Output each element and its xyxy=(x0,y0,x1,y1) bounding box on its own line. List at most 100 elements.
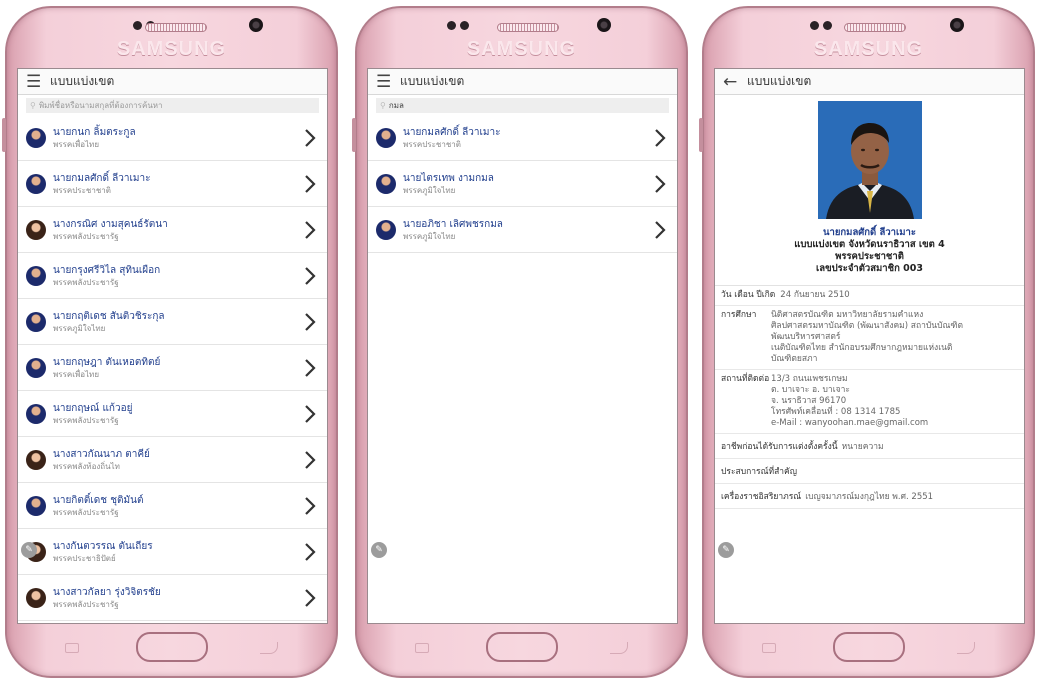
chevron-right-icon[interactable] xyxy=(303,312,317,332)
hamburger-icon[interactable]: ☰ xyxy=(376,72,396,92)
member-name: นายกรุงศรีวิไล สุทินเผือก xyxy=(53,264,161,276)
member-text: นายกฤษณ์ แก้วอยู่ พรรคพลังประชารัฐ xyxy=(53,402,132,426)
member-name: นายกมลศักดิ์ ลีวาเมาะ xyxy=(823,227,916,238)
chevron-right-icon[interactable] xyxy=(303,266,317,286)
member-party: พรรคภูมิใจไทย xyxy=(403,185,456,195)
education-value: นิติศาสตรบัณฑิต มหาวิทยาลัยรามคำแหง ศิลปศ… xyxy=(771,310,963,365)
avatar xyxy=(26,127,46,148)
member-row[interactable]: นายกฤษฎา ตันเหอตทิตย์ พรรคเพื่อไทย xyxy=(18,345,327,391)
decoration-label: เครื่องราชอิสริยาภรณ์ xyxy=(721,492,802,502)
edit-icon[interactable]: ✎ xyxy=(21,542,37,558)
search-input[interactable]: ⚲ พิมพ์ชื่อหรือนามสกุลที่ต้องการค้นหา xyxy=(26,98,319,113)
career-row: อาชีพก่อนได้รับการแต่งตั้งครั้งนี้ หนายคว… xyxy=(715,434,1024,459)
search-value: กมล xyxy=(388,101,404,110)
member-party: พรรคพลังประชารัฐ xyxy=(53,507,119,517)
app-bar: ☰ แบบแบ่งเขต xyxy=(368,69,677,95)
member-party: พรรคภูมิใจไทย xyxy=(403,231,456,241)
member-row[interactable]: นายกฤษณ์ แก้วอยู่ พรรคพลังประชารัฐ xyxy=(18,391,327,437)
member-party: พรรคเพื่อไทย xyxy=(53,139,100,149)
chevron-right-icon[interactable] xyxy=(653,128,667,148)
member-row[interactable]: นายกรุงศรีวิไล สุทินเผือก พรรคพลังประชารั… xyxy=(18,253,327,299)
member-row[interactable]: นายกฤติเดช สันติวชิระกุล พรรคภูมิใจไทย xyxy=(18,299,327,345)
chevron-right-icon[interactable] xyxy=(303,588,317,608)
avatar xyxy=(26,495,46,516)
member-photo xyxy=(817,101,922,219)
member-row[interactable]: นายกนก ลิ้มตระกูล พรรคเพื่อไทย xyxy=(18,115,327,161)
member-row[interactable]: นายไตรเทพ งามกมล พรรคภูมิใจไทย xyxy=(368,161,677,207)
chevron-right-icon[interactable] xyxy=(653,174,667,194)
app-title: แบบแบ่งเขต xyxy=(50,74,115,88)
member-row[interactable]: นายกมลศักดิ์ ลีวาเมาะ พรรคประชาชาติ xyxy=(368,115,677,161)
home-button[interactable] xyxy=(135,632,208,662)
member-party: พรรคเพื่อไทย xyxy=(53,369,100,379)
screen-list: ☰ แบบแบ่งเขต ⚲ พิมพ์ชื่อหรือนามสกุลที่ต้… xyxy=(17,68,328,624)
chevron-right-icon[interactable] xyxy=(303,496,317,516)
member-row[interactable]: นายอภิชา เลิศพชรกมล พรรคภูมิใจไทย xyxy=(368,207,677,253)
info-line: ต. บาเจาะ อ. บาเจาะ xyxy=(771,385,850,395)
recent-apps-icon[interactable] xyxy=(65,643,79,653)
back-key-icon[interactable] xyxy=(957,642,975,654)
avatar xyxy=(376,173,396,194)
chevron-right-icon[interactable] xyxy=(303,542,317,562)
member-row[interactable]: นายกิตติ์เดช ชุติมันต์ พรรคพลังประชารัฐ xyxy=(18,483,327,529)
chevron-right-icon[interactable] xyxy=(303,128,317,148)
member-row[interactable]: นางสาวกัลยา รุ่งวิจิตรชัย พรรคพลังประชารั… xyxy=(18,575,327,621)
member-row[interactable]: นางกันตวรรณ ตันเถียร พรรคประชาธิปัตย์ xyxy=(18,529,327,575)
edit-icon[interactable]: ✎ xyxy=(371,542,387,558)
member-header: นายกมลศักดิ์ ลีวาเมาะ แบบแบ่งเขต จังหวัด… xyxy=(715,227,1024,275)
search-input[interactable]: ⚲ กมล xyxy=(376,98,669,113)
chevron-right-icon[interactable] xyxy=(303,220,317,240)
back-key-icon[interactable] xyxy=(610,642,628,654)
member-party: พรรคประชาชาติ xyxy=(403,139,461,149)
member-party: พรรคพลังท้องถิ่นไท xyxy=(53,461,120,471)
career-label: อาชีพก่อนได้รับการแต่งตั้งครั้งนี้ xyxy=(721,442,838,452)
member-text: นายกนก ลิ้มตระกูล พรรคเพื่อไทย xyxy=(53,126,136,150)
recent-apps-icon[interactable] xyxy=(762,643,776,653)
edit-icon[interactable]: ✎ xyxy=(718,542,734,558)
avatar xyxy=(26,311,46,332)
member-name: นายอภิชา เลิศพชรกมล xyxy=(403,218,503,230)
back-arrow-icon[interactable]: ← xyxy=(723,72,743,92)
member-name: นายกมลศักดิ์ ลีวาเมาะ xyxy=(53,172,151,184)
decoration-row: เครื่องราชอิสริยาภรณ์ เบญจมาภรณ์มงกุฎไทย … xyxy=(715,484,1024,509)
member-party: พรรคพลังประชารัฐ xyxy=(53,599,119,609)
member-text: นายกฤษฎา ตันเหอตทิตย์ พรรคเพื่อไทย xyxy=(53,356,160,380)
chevron-right-icon[interactable] xyxy=(303,358,317,378)
app-bar: ☰ แบบแบ่งเขต xyxy=(18,69,327,95)
brand-logo: SAMSUNG xyxy=(813,38,924,60)
birth-label: วัน เดือน ปีเกิด xyxy=(721,290,776,300)
member-text: นายกรุงศรีวิไล สุทินเผือก พรรคพลังประชารั… xyxy=(53,264,160,288)
app-title: แบบแบ่งเขต xyxy=(400,74,465,88)
back-key-icon[interactable] xyxy=(260,642,278,654)
home-button[interactable] xyxy=(832,632,905,662)
home-button[interactable] xyxy=(485,632,558,662)
recent-apps-icon[interactable] xyxy=(415,643,429,653)
member-text: นายอภิชา เลิศพชรกมล พรรคภูมิใจไทย xyxy=(403,218,503,242)
phone-frame-3: SAMSUNG ← แบบแบ่งเขต นายกมลศักดิ์ ลีวาเม… xyxy=(699,6,1035,678)
sensor xyxy=(810,21,819,30)
member-row[interactable]: นางกรณิศ งามสุคนธ์รัตนา พรรคพลังประชารัฐ xyxy=(18,207,327,253)
phone-frame-1: SAMSUNG ☰ แบบแบ่งเขต ⚲ พิมพ์ชื่อหรือนามส… xyxy=(2,6,338,678)
chevron-right-icon[interactable] xyxy=(303,174,317,194)
search-icon: ⚲ xyxy=(30,101,36,110)
member-text: นางกรณิศ งามสุคนธ์รัตนา พรรคพลังประชารัฐ xyxy=(53,218,168,242)
info-line: บัณฑิตยสภา xyxy=(771,354,818,364)
member-row[interactable]: นางสาวกัณนาภ ตาคีย์ พรรคพลังท้องถิ่นไท xyxy=(18,437,327,483)
avatar xyxy=(26,265,46,286)
chevron-right-icon[interactable] xyxy=(303,404,317,424)
chevron-right-icon[interactable] xyxy=(653,220,667,240)
member-row[interactable]: นายกมลศักดิ์ ลีวาเมาะ พรรคประชาชาติ xyxy=(18,161,327,207)
member-text: นางกันตวรรณ ตันเถียร พรรคประชาธิปัตย์ xyxy=(53,540,153,564)
info-line: พัฒนบริหารศาสตร์ xyxy=(771,332,841,342)
member-text: นายกิตติ์เดช ชุติมันต์ พรรคพลังประชารัฐ xyxy=(53,494,143,518)
avatar xyxy=(26,449,46,470)
hamburger-icon[interactable]: ☰ xyxy=(26,72,46,92)
avatar xyxy=(376,127,396,148)
member-text: นางสาวกัลยา รุ่งวิจิตรชัย พรรคพลังประชารั… xyxy=(53,586,161,610)
avatar xyxy=(26,403,46,424)
address-label: สถานที่ติดต่อ xyxy=(721,374,770,384)
chevron-right-icon[interactable] xyxy=(303,450,317,470)
member-name: นายกฤษฎา ตันเหอตทิตย์ xyxy=(53,356,161,368)
search-icon: ⚲ xyxy=(380,101,386,110)
member-name: นางสาวกัณนาภ ตาคีย์ xyxy=(53,448,150,460)
